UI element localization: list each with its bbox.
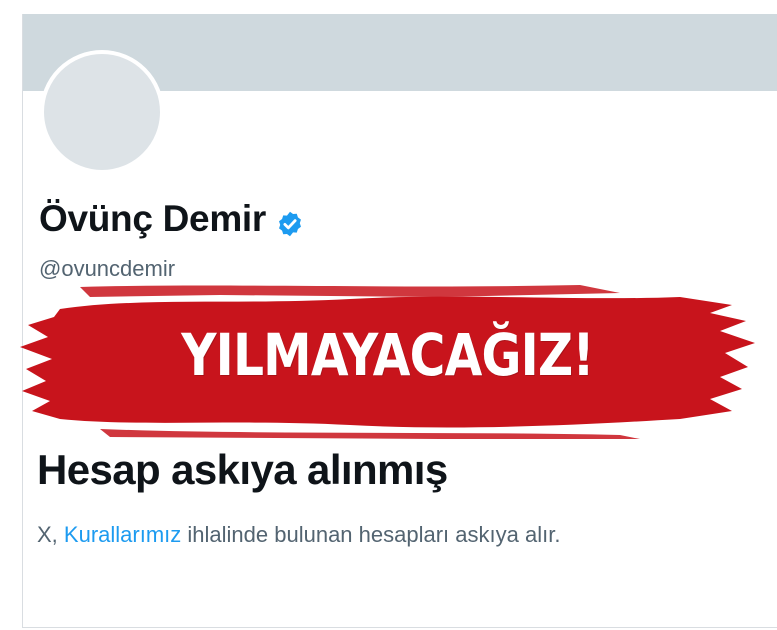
verified-badge-icon [276, 205, 304, 237]
desc-prefix: X, [37, 522, 58, 547]
suspension-description: X, Kurallarımız ihlalinde bulunan hesapl… [37, 522, 560, 548]
avatar[interactable] [40, 50, 164, 174]
brush-stroke-banner: YILMAYACAĞIZ! [20, 279, 755, 439]
suspended-heading: Hesap askıya alınmış [37, 446, 448, 493]
display-name-text: Övünç Demir [39, 198, 266, 239]
stamp-text: YILMAYACAĞIZ! [181, 321, 594, 389]
display-name: Övünç Demir [39, 198, 304, 240]
rules-link[interactable]: Kurallarımız [64, 522, 181, 547]
desc-suffix: ihlalinde bulunan hesapları askıya alır. [187, 522, 561, 547]
